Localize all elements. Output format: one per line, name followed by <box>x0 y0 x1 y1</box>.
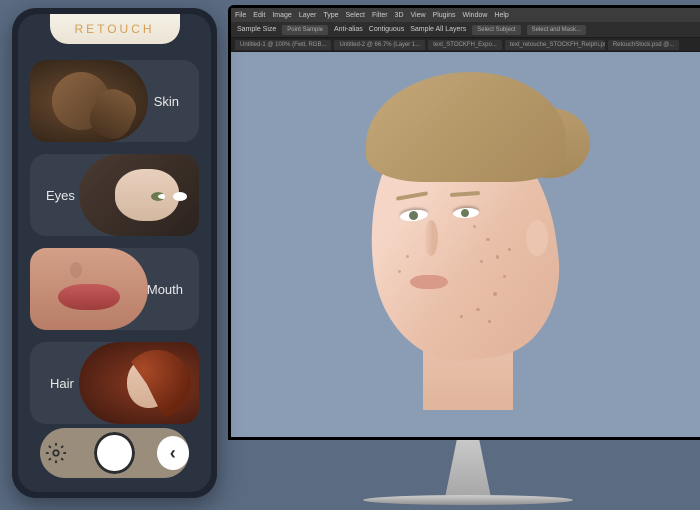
category-skin[interactable]: Skin <box>30 60 199 142</box>
category-mouth[interactable]: Mouth <box>30 248 199 330</box>
document-tab[interactable]: text_retouche_STOCKFH_Retphi.psd... <box>505 40 605 50</box>
desktop-monitor: File Edit Image Layer Type Select Filter… <box>228 5 700 505</box>
bottom-toolbar: ‹ <box>40 428 189 478</box>
monitor-stand <box>431 440 506 495</box>
document-tab[interactable]: text_STOCKFH_Expo... <box>428 40 502 50</box>
retouch-category-list: Skin Eyes Mouth Hair <box>30 60 199 424</box>
menu-view[interactable]: View <box>411 12 426 19</box>
photoshop-options-bar: Sample Size Point Sample Anti-alias Cont… <box>231 22 700 38</box>
hair-thumbnail <box>79 342 199 424</box>
phone-screen: RETOUCH Skin Eyes Mouth Hair <box>18 14 211 492</box>
document-tab[interactable]: Untitled-1 @ 100% (Fwtl, RGB... <box>235 40 331 50</box>
mouth-thumbnail <box>30 248 148 330</box>
category-eyes[interactable]: Eyes <box>30 154 199 236</box>
menu-window[interactable]: Window <box>463 12 488 19</box>
document-tab[interactable]: RetouchStock.psd @... <box>608 40 679 50</box>
category-label: Skin <box>154 94 179 109</box>
back-button[interactable]: ‹ <box>157 436 189 470</box>
phone-mockup: RETOUCH Skin Eyes Mouth Hair <box>12 8 217 498</box>
category-label: Mouth <box>147 282 183 297</box>
menu-help[interactable]: Help <box>494 12 508 19</box>
category-label: Eyes <box>46 188 75 203</box>
photoshop-canvas[interactable] <box>231 52 700 437</box>
chevron-left-icon: ‹ <box>170 443 176 464</box>
menu-select[interactable]: Select <box>346 12 365 19</box>
eyes-thumbnail <box>79 154 199 236</box>
skin-thumbnail <box>30 60 148 142</box>
menu-layer[interactable]: Layer <box>299 12 317 19</box>
tool-contiguous-checkbox[interactable]: Contiguous <box>369 26 404 33</box>
category-label: Hair <box>50 376 74 391</box>
capture-button[interactable] <box>94 432 134 474</box>
select-subject-button[interactable]: Select Subject <box>472 25 520 35</box>
tool-label: Sample Size <box>237 26 276 33</box>
app-title: RETOUCH <box>74 22 154 36</box>
document-tab[interactable]: Untitled-2 @ 66.7% (Layer 1... <box>334 40 425 50</box>
menu-image[interactable]: Image <box>272 12 291 19</box>
settings-button[interactable] <box>40 436 72 470</box>
menu-type[interactable]: Type <box>323 12 338 19</box>
category-hair[interactable]: Hair <box>30 342 199 424</box>
menu-file[interactable]: File <box>235 12 246 19</box>
app-header: RETOUCH <box>50 14 180 44</box>
settings-icon <box>45 442 67 464</box>
monitor-frame: File Edit Image Layer Type Select Filter… <box>228 5 700 440</box>
select-and-mask-button[interactable]: Select and Mask... <box>527 25 586 35</box>
menu-3d[interactable]: 3D <box>395 12 404 19</box>
portrait-image <box>328 60 608 430</box>
photoshop-document-tabs: Untitled-1 @ 100% (Fwtl, RGB... Untitled… <box>231 38 700 52</box>
photoshop-menubar: File Edit Image Layer Type Select Filter… <box>231 8 700 22</box>
menu-plugins[interactable]: Plugins <box>433 12 456 19</box>
menu-filter[interactable]: Filter <box>372 12 388 19</box>
monitor-base <box>363 495 573 505</box>
photoshop-window: File Edit Image Layer Type Select Filter… <box>231 8 700 437</box>
tool-sample-dropdown[interactable]: Point Sample <box>282 25 328 35</box>
tool-antialias-checkbox[interactable]: Anti-alias <box>334 26 363 33</box>
tool-sample-all-checkbox[interactable]: Sample All Layers <box>410 26 466 33</box>
menu-edit[interactable]: Edit <box>253 12 265 19</box>
